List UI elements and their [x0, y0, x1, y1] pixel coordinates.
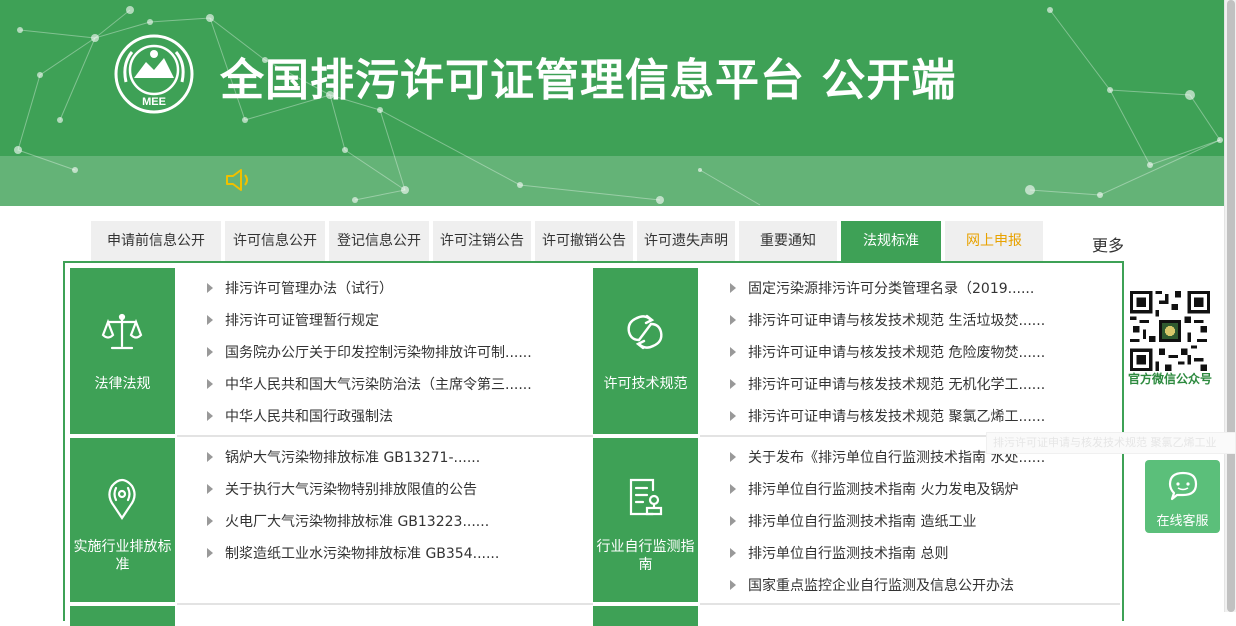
category-next-row[interactable]	[70, 606, 175, 626]
scales-icon	[101, 313, 143, 350]
list-item[interactable]: 制浆造纸工业水污染物排放标准 GB354......	[207, 543, 499, 563]
bullet-triangle-icon	[730, 516, 736, 526]
wechat-qr-code	[1130, 291, 1210, 371]
row-divider	[177, 435, 593, 437]
list-item-title: 火电厂大气污染物排放标准 GB13223......	[225, 514, 490, 530]
bullet-triangle-icon	[207, 315, 213, 325]
bullet-triangle-icon	[730, 548, 736, 558]
bullet-triangle-icon	[207, 347, 213, 357]
bullet-triangle-icon	[730, 315, 736, 325]
list-item-title: 排污许可管理办法（试行）	[225, 281, 393, 297]
document-stamp-icon	[629, 478, 663, 516]
row-divider	[177, 603, 593, 605]
bullet-triangle-icon	[207, 484, 213, 494]
bullet-triangle-icon	[730, 411, 736, 421]
bullet-triangle-icon	[730, 347, 736, 357]
vertical-scrollbar[interactable]	[1224, 0, 1236, 612]
list-item-title: 排污许可证申请与核发技术规范 危险废物焚......	[748, 345, 1046, 361]
row-divider	[700, 603, 1120, 605]
bullet-triangle-icon	[207, 516, 213, 526]
list-item[interactable]: 火电厂大气污染物排放标准 GB13223......	[207, 511, 489, 531]
list-item[interactable]: 国家重点监控企业自行监测及信息公开办法	[730, 575, 1014, 595]
category-monitoring-guides-label: 行业自行监测指南	[596, 539, 695, 573]
list-item[interactable]: 固定污染源排污许可分类管理名录（2019......	[730, 278, 1034, 298]
list-item[interactable]: 排污单位自行监测技术指南 造纸工业	[730, 511, 976, 531]
chat-bubble-icon	[1168, 471, 1198, 501]
list-item[interactable]: 国务院办公厅关于印发控制污染物排放许可制......	[207, 342, 532, 362]
bullet-triangle-icon	[207, 548, 213, 558]
list-item-title: 锅炉大气污染物排放标准 GB13271-......	[225, 450, 481, 466]
category-technical-specs[interactable]: 许可技术规范	[593, 268, 698, 434]
online-service-button[interactable]: 在线客服	[1145, 460, 1220, 533]
list-item-title: 制浆造纸工业水污染物排放标准 GB354......	[225, 546, 500, 562]
bullet-triangle-icon	[207, 452, 213, 462]
category-emission-standards[interactable]: 实施行业排放标准	[70, 438, 175, 602]
bullet-triangle-icon	[730, 283, 736, 293]
tab-revocation-notice[interactable]: 许可撤销公告	[535, 221, 633, 261]
tab-regulations-standards[interactable]: 法规标准	[841, 221, 941, 261]
tab-cancellation-notice[interactable]: 许可注销公告	[433, 221, 531, 261]
list-item[interactable]: 排污许可证申请与核发技术规范 聚氯乙烯工......	[730, 406, 1045, 426]
tab-online-declaration[interactable]: 网上申报	[945, 221, 1043, 261]
bullet-triangle-icon	[730, 379, 736, 389]
content-panel: 法律法规 排污许可管理办法（试行） 排污许可证管理暂行规定 国务院办公厅关于印发…	[63, 261, 1124, 626]
site-title: 全国排污许可证管理信息平台 公开端	[220, 55, 957, 106]
list-item[interactable]: 排污单位自行监测技术指南 总则	[730, 543, 948, 563]
bullet-triangle-icon	[730, 484, 736, 494]
qr-label: 官方微信公众号	[1128, 372, 1213, 386]
logo-text: MEE	[142, 96, 166, 108]
header-banner: MEE 全国排污许可证管理信息平台 公开端	[0, 0, 1224, 206]
list-item-title: 排污单位自行监测技术指南 火力发电及锅炉	[748, 482, 1019, 498]
list-item-title: 中华人民共和国大气污染防治法（主席令第三......	[225, 377, 532, 393]
category-monitoring-guides[interactable]: 行业自行监测指南	[593, 438, 698, 602]
list-item[interactable]: 排污许可证管理暂行规定	[207, 310, 379, 330]
online-service-label: 在线客服	[1156, 514, 1209, 529]
category-laws-label: 法律法规	[94, 376, 151, 392]
more-link[interactable]: 更多	[1092, 232, 1124, 256]
category-laws[interactable]: 法律法规	[70, 268, 175, 434]
category-technical-specs-label: 许可技术规范	[603, 376, 688, 392]
list-item-title: 排污许可证管理暂行规定	[225, 313, 379, 329]
list-item-title: 排污单位自行监测技术指南 总则	[748, 546, 949, 562]
bullet-triangle-icon	[207, 411, 213, 421]
tab-registration-info[interactable]: 登记信息公开	[329, 221, 429, 261]
list-item[interactable]: 排污单位自行监测技术指南 火力发电及锅炉	[730, 479, 1018, 499]
list-item[interactable]: 中华人民共和国行政强制法	[207, 406, 393, 426]
list-item-title: 国家重点监控企业自行监测及信息公开办法	[748, 578, 1014, 594]
list-item[interactable]: 排污许可证申请与核发技术规范 危险废物焚......	[730, 342, 1045, 362]
list-item-title: 排污许可证申请与核发技术规范 无机化学工......	[748, 377, 1046, 393]
bullet-triangle-icon	[730, 452, 736, 462]
mee-logo: MEE	[114, 34, 194, 114]
list-item[interactable]: 排污许可管理办法（试行）	[207, 278, 393, 298]
tab-important-notice[interactable]: 重要通知	[739, 221, 837, 261]
list-item[interactable]: 排污许可证申请与核发技术规范 生活垃圾焚......	[730, 310, 1045, 330]
list-item[interactable]: 关于执行大气污染物特别排放限值的公告	[207, 479, 477, 499]
list-item[interactable]: 锅炉大气污染物排放标准 GB13271-......	[207, 447, 480, 467]
category-emission-standards-label: 实施行业排放标准	[73, 539, 172, 573]
category-next-row[interactable]	[593, 606, 698, 626]
list-item-title: 中华人民共和国行政强制法	[225, 409, 393, 425]
bullet-triangle-icon	[207, 283, 213, 293]
speaker-icon[interactable]	[224, 167, 252, 193]
list-item[interactable]: 中华人民共和国大气污染防治法（主席令第三......	[207, 374, 532, 394]
scrollbar-thumb[interactable]	[1227, 0, 1235, 612]
list-item-title: 排污许可证申请与核发技术规范 聚氯乙烯工......	[748, 409, 1046, 425]
list-item-title: 固定污染源排污许可分类管理名录（2019......	[748, 281, 1035, 297]
ghost-tooltip: 排污许可证申请与核发技术规范 聚氯乙烯工业	[986, 432, 1236, 454]
bullet-triangle-icon	[730, 580, 736, 590]
list-item[interactable]: 排污许可证申请与核发技术规范 无机化学工......	[730, 374, 1045, 394]
list-item-title: 排污单位自行监测技术指南 造纸工业	[748, 514, 977, 530]
bullet-triangle-icon	[207, 379, 213, 389]
signal-pin-icon	[108, 478, 136, 520]
tab-pre-application[interactable]: 申请前信息公开	[91, 221, 221, 261]
recycle-knot-icon	[627, 314, 663, 350]
list-item-title: 关于执行大气污染物特别排放限值的公告	[225, 482, 477, 498]
notice-bar	[0, 156, 1224, 206]
tab-permit-info[interactable]: 许可信息公开	[225, 221, 325, 261]
list-item-title: 国务院办公厅关于印发控制污染物排放许可制......	[225, 345, 532, 361]
tab-loss-statement[interactable]: 许可遗失声明	[637, 221, 735, 261]
list-item-title: 排污许可证申请与核发技术规范 生活垃圾焚......	[748, 313, 1046, 329]
